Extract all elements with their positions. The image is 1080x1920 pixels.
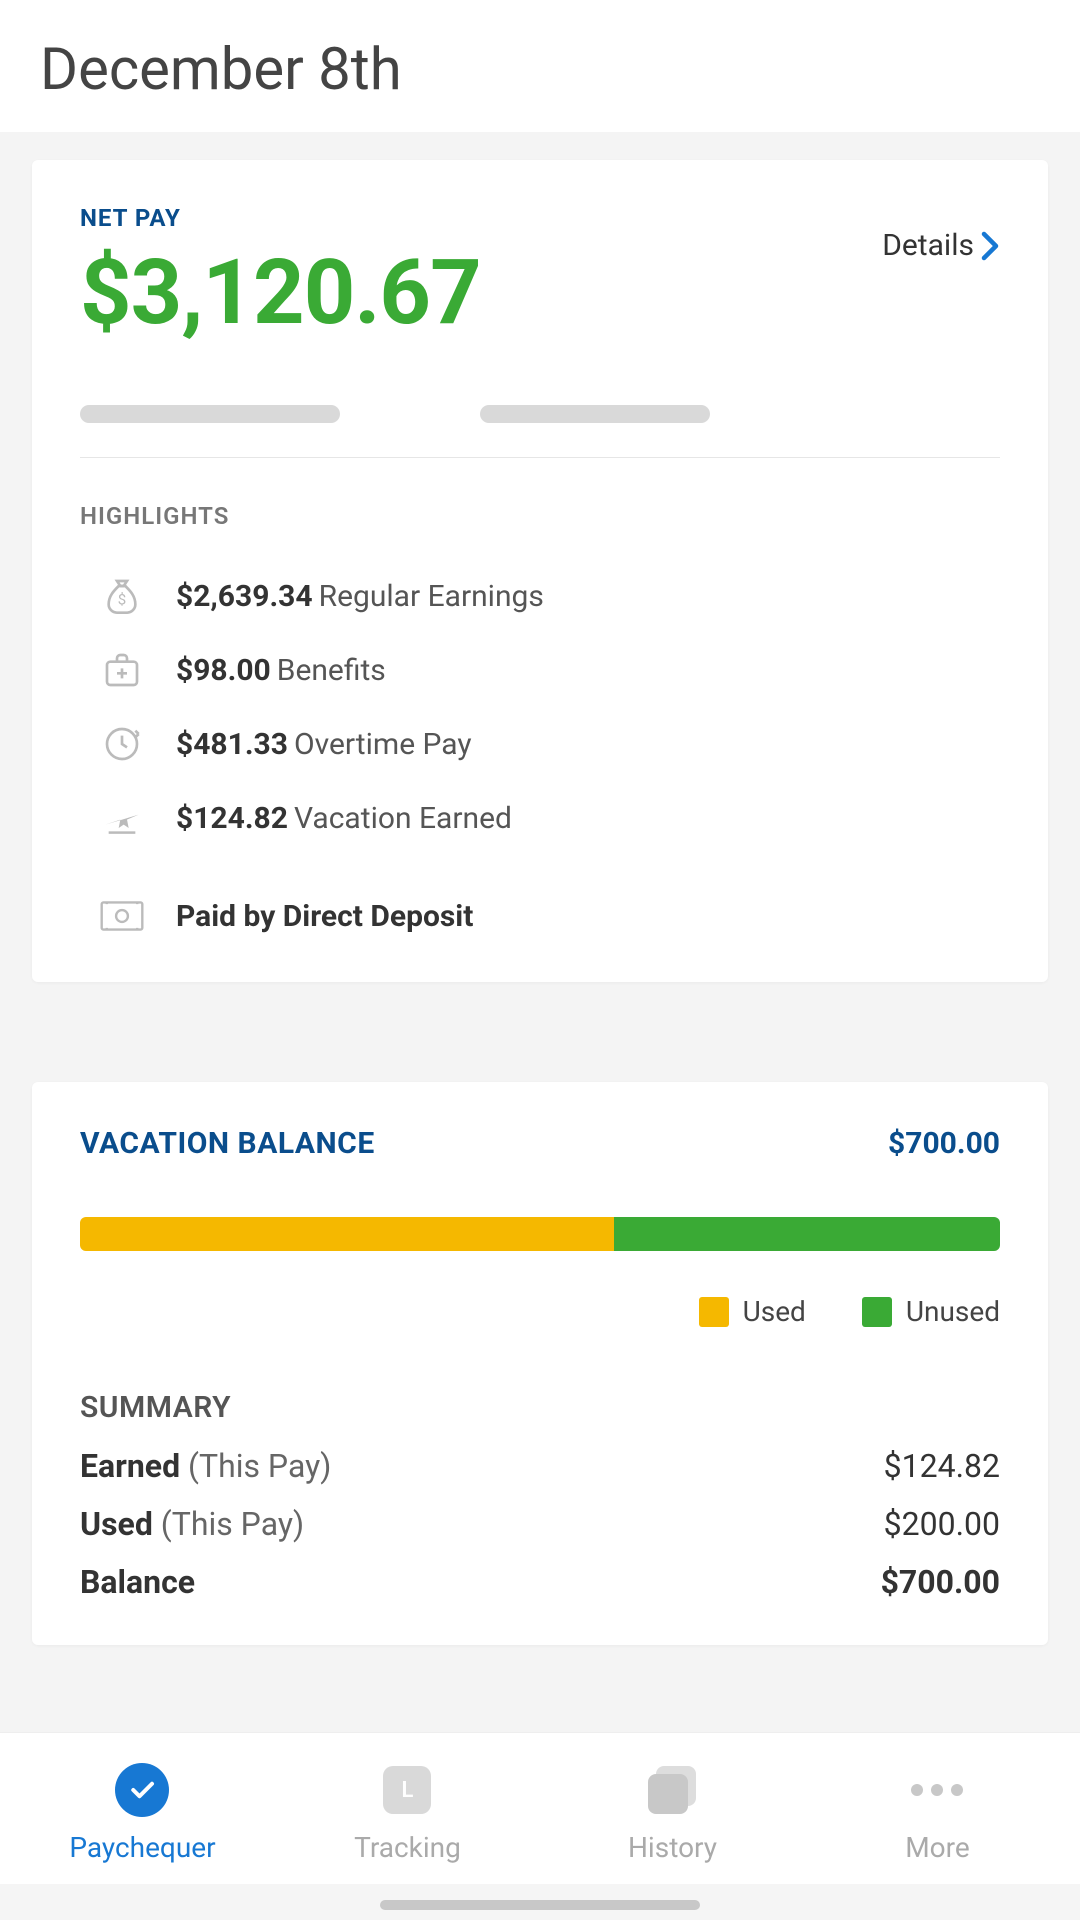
home-indicator[interactable] [380, 1900, 700, 1910]
summary-row: Balance $700.00 [80, 1563, 1000, 1601]
details-link[interactable]: Details [882, 228, 1000, 263]
vacation-unused-segment [614, 1217, 1000, 1251]
chevron-right-icon [980, 231, 1000, 261]
highlight-text: $481.33Overtime Pay [176, 727, 472, 762]
svg-text:$: $ [118, 590, 126, 608]
tab-bar: Paychequer L Tracking History More [0, 1732, 1080, 1884]
highlight-item: $124.82Vacation Earned [100, 796, 1000, 840]
history-icon [645, 1763, 699, 1817]
deposit-label: Paid by Direct Deposit [176, 899, 473, 934]
deposit-row: Paid by Direct Deposit [80, 894, 1000, 938]
highlight-text: $124.82Vacation Earned [176, 801, 512, 836]
summary-heading: SUMMARY [80, 1390, 1000, 1425]
placeholder-bar [80, 405, 340, 423]
net-pay-amount: $3,120.67 [80, 240, 481, 345]
content-scroll[interactable]: NET PAY $3,120.67 Details HIGHLIGHTS $ $… [0, 132, 1080, 1732]
vacation-title: VACATION BALANCE [80, 1126, 375, 1161]
clock-icon [100, 722, 144, 766]
summary-row: Used (This Pay) $200.00 [80, 1505, 1000, 1543]
vacation-header: VACATION BALANCE $700.00 [80, 1126, 1000, 1161]
cash-icon [100, 894, 144, 938]
vacation-used-segment [80, 1217, 614, 1251]
money-bag-icon: $ [100, 574, 144, 618]
highlight-text: $98.00Benefits [176, 653, 386, 688]
tab-label: Tracking [354, 1831, 461, 1864]
highlights-list: $ $2,639.34Regular Earnings $98.00Benefi… [80, 574, 1000, 840]
plane-icon [100, 796, 144, 840]
tab-label: Paychequer [69, 1831, 215, 1864]
summary-row: Earned (This Pay) $124.82 [80, 1447, 1000, 1485]
details-label: Details [882, 228, 974, 263]
vacation-card: VACATION BALANCE $700.00 Used Unused SUM… [32, 1082, 1048, 1645]
placeholder-row [80, 405, 1000, 458]
vacation-progress-bar [80, 1217, 1000, 1251]
swatch-unused-icon [862, 1297, 892, 1327]
net-pay-left: NET PAY $3,120.67 [80, 204, 481, 345]
tab-paychequer[interactable]: Paychequer [15, 1763, 269, 1864]
more-dots-icon [910, 1763, 964, 1817]
page-header: December 8th [0, 0, 1080, 132]
tab-tracking[interactable]: L Tracking [280, 1763, 534, 1864]
net-pay-card: NET PAY $3,120.67 Details HIGHLIGHTS $ $… [32, 160, 1048, 982]
tab-label: History [628, 1831, 717, 1864]
tab-label: More [905, 1831, 970, 1864]
highlights-heading: HIGHLIGHTS [80, 502, 1000, 530]
swatch-used-icon [699, 1297, 729, 1327]
legend-used: Used [699, 1295, 806, 1328]
tracking-icon: L [380, 1763, 434, 1817]
legend-unused-label: Unused [906, 1295, 1000, 1328]
highlight-item: $98.00Benefits [100, 648, 1000, 692]
vacation-legend: Used Unused [80, 1295, 1000, 1328]
highlight-item: $ $2,639.34Regular Earnings [100, 574, 1000, 618]
vacation-total: $700.00 [888, 1126, 1000, 1161]
summary-list: Earned (This Pay) $124.82 Used (This Pay… [80, 1447, 1000, 1601]
tab-more[interactable]: More [810, 1763, 1064, 1864]
page-title: December 8th [40, 36, 1040, 104]
placeholder-bar [480, 405, 710, 423]
highlight-item: $481.33Overtime Pay [100, 722, 1000, 766]
legend-unused: Unused [862, 1295, 1000, 1328]
net-pay-header-row: NET PAY $3,120.67 Details [80, 204, 1000, 345]
legend-used-label: Used [743, 1295, 806, 1328]
net-pay-label: NET PAY [80, 204, 481, 232]
medical-icon [100, 648, 144, 692]
tab-history[interactable]: History [545, 1763, 799, 1864]
highlight-text: $2,639.34Regular Earnings [176, 579, 544, 614]
check-circle-icon [115, 1763, 169, 1817]
